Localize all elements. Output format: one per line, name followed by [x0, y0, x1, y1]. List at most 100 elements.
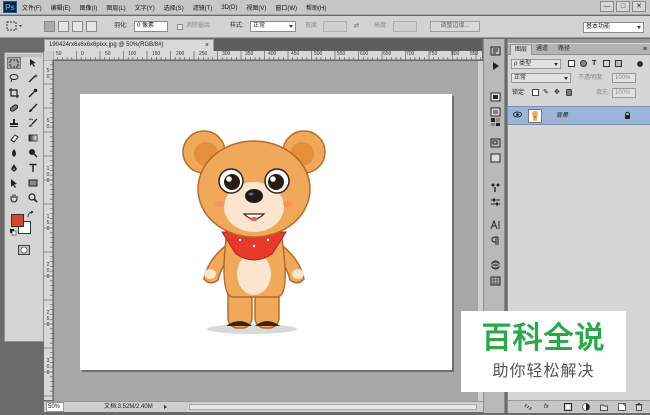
blend-mode-select[interactable]: 正常 — [511, 73, 571, 83]
stamp-tool-icon[interactable] — [7, 117, 21, 129]
horizontal-scrollbar[interactable] — [189, 404, 477, 410]
feather-input[interactable]: 0 像素 — [134, 21, 168, 32]
layer-row-background[interactable]: 背景 — [508, 106, 650, 125]
brush-tool-icon[interactable] — [26, 102, 40, 114]
dodge-tool-icon[interactable] — [26, 147, 40, 159]
move-tool-icon[interactable] — [26, 57, 40, 69]
blur-tool-icon[interactable] — [7, 147, 21, 159]
eyedropper-tool-icon[interactable] — [26, 87, 40, 99]
add-selection-button[interactable] — [58, 21, 69, 32]
new-selection-button[interactable] — [44, 21, 55, 32]
marquee-preset-icon[interactable] — [6, 21, 24, 32]
marquee-tool-icon[interactable] — [7, 57, 21, 69]
menu-3d[interactable]: 3D(D) — [221, 5, 237, 11]
refine-edge-button[interactable]: 调整边缘... — [430, 21, 480, 32]
menu-filter[interactable]: 滤镜(T) — [193, 3, 213, 12]
trash-icon[interactable] — [635, 403, 643, 411]
filter-adjust-icon[interactable] — [580, 60, 587, 67]
antialias-checkbox[interactable] — [177, 24, 183, 30]
intersect-selection-button[interactable] — [86, 21, 97, 32]
navigator-panel-icon[interactable] — [489, 137, 501, 148]
play-action-icon[interactable] — [489, 60, 501, 71]
menu-help[interactable]: 帮助(H) — [306, 3, 326, 12]
menu-edit[interactable]: 编辑(E) — [51, 3, 71, 12]
lock-position-icon[interactable]: ✥ — [554, 87, 560, 99]
close-icon[interactable]: × — [205, 40, 209, 51]
group-folder-icon[interactable] — [600, 403, 608, 411]
lock-image-icon[interactable]: ✎ — [543, 87, 549, 99]
fill-input[interactable]: 100% — [612, 88, 636, 98]
layer-style-icon[interactable]: fx — [544, 403, 552, 411]
eye-icon[interactable] — [513, 111, 522, 118]
width-input[interactable] — [323, 21, 347, 32]
style-select[interactable]: 正常 — [250, 21, 296, 32]
menu-type[interactable]: 文字(Y) — [135, 3, 155, 12]
filter-shape-icon[interactable] — [603, 60, 610, 67]
layer-name[interactable]: 背景 — [556, 107, 568, 125]
path-selection-tool-icon[interactable] — [7, 177, 21, 189]
height-input[interactable] — [393, 21, 417, 32]
default-colors-icon[interactable] — [10, 229, 17, 238]
quick-mask-icon[interactable] — [18, 245, 30, 257]
layer-filter-select[interactable]: ρ 类型 — [511, 59, 561, 69]
character-panel-icon[interactable] — [489, 219, 501, 230]
swatches-panel-icon[interactable] — [489, 116, 501, 127]
add-mask-icon[interactable] — [564, 403, 572, 411]
lasso-tool-icon[interactable] — [7, 72, 21, 84]
pen-tool-icon[interactable] — [7, 162, 21, 174]
restore-button[interactable]: □ — [616, 1, 630, 12]
lock-transparent-icon[interactable] — [532, 89, 539, 96]
color-panel-icon[interactable] — [489, 152, 501, 163]
history-brush-tool-icon[interactable] — [26, 117, 40, 129]
paragraph-panel-icon[interactable] — [489, 235, 501, 246]
adjustments-panel-icon[interactable] — [489, 91, 501, 102]
rectangle-tool-icon[interactable] — [26, 177, 40, 189]
sliders-panel-icon[interactable] — [489, 196, 501, 207]
menu-layer[interactable]: 图层(L) — [106, 3, 125, 12]
menu-image[interactable]: 图像(I) — [80, 3, 98, 12]
eraser-tool-icon[interactable] — [7, 132, 21, 144]
filter-type-icon[interactable]: T — [592, 58, 596, 70]
opacity-input[interactable]: 100% — [612, 73, 636, 83]
lock-all-icon[interactable] — [566, 89, 572, 96]
subtract-selection-button[interactable] — [72, 21, 83, 32]
minimize-button[interactable]: — — [600, 1, 614, 12]
hand-tool-icon[interactable] — [7, 192, 21, 204]
document-canvas[interactable] — [80, 94, 452, 370]
brush-presets-icon[interactable] — [489, 181, 501, 192]
swap-colors-icon[interactable] — [27, 210, 34, 220]
menu-file[interactable]: 文件(F) — [22, 3, 42, 12]
menu-select[interactable]: 选择(S) — [164, 3, 184, 12]
history-panel-icon[interactable] — [489, 45, 501, 56]
menu-window[interactable]: 窗口(W) — [275, 3, 297, 12]
workspace-select[interactable]: 基本功能 — [583, 22, 644, 33]
filter-smart-icon[interactable] — [615, 60, 622, 67]
document-tab[interactable]: 190424rx6x6x6x6pixx.jpg @ 50%(RGB/8#) × — [44, 39, 214, 51]
tab-layers[interactable]: 图层 — [510, 44, 533, 55]
horizontal-ruler[interactable]: 50 0 50 100 150 200 250 300 350 400 450 … — [44, 51, 482, 60]
adjustment-layer-icon[interactable] — [582, 403, 590, 411]
link-layers-icon[interactable] — [524, 403, 532, 411]
new-layer-icon[interactable] — [618, 403, 626, 411]
filter-toggle-icon[interactable] — [637, 61, 643, 67]
healing-brush-tool-icon[interactable] — [7, 102, 21, 114]
tab-channels[interactable]: 通道 — [532, 44, 552, 55]
zoom-tool-icon[interactable] — [26, 192, 40, 204]
zoom-level-field[interactable]: 50% — [46, 402, 64, 412]
filter-pixel-icon[interactable] — [568, 60, 575, 67]
type-tool-icon[interactable] — [26, 162, 40, 174]
foreground-color-swatch[interactable] — [11, 214, 24, 227]
menu-view[interactable]: 视图(V) — [246, 3, 266, 12]
gradient-tool-icon[interactable] — [26, 132, 40, 144]
chevron-right-icon[interactable] — [164, 405, 167, 409]
tab-paths[interactable]: 路径 — [554, 44, 574, 55]
vertical-ruler[interactable]: 5 0 5 0 1 0 0 1 5 0 2 0 0 2 5 0 3 0 0 — [44, 60, 53, 400]
crop-tool-icon[interactable] — [7, 87, 21, 99]
panel-menu-icon[interactable]: ≡ — [643, 46, 647, 53]
grid-panel-icon[interactable] — [489, 275, 501, 286]
3d-panel-icon[interactable] — [489, 259, 501, 270]
magic-wand-tool-icon[interactable] — [26, 72, 40, 84]
ruler-origin[interactable] — [44, 51, 53, 60]
close-button[interactable]: ✕ — [632, 1, 646, 12]
swap-icon[interactable]: ⇄ — [354, 20, 359, 33]
